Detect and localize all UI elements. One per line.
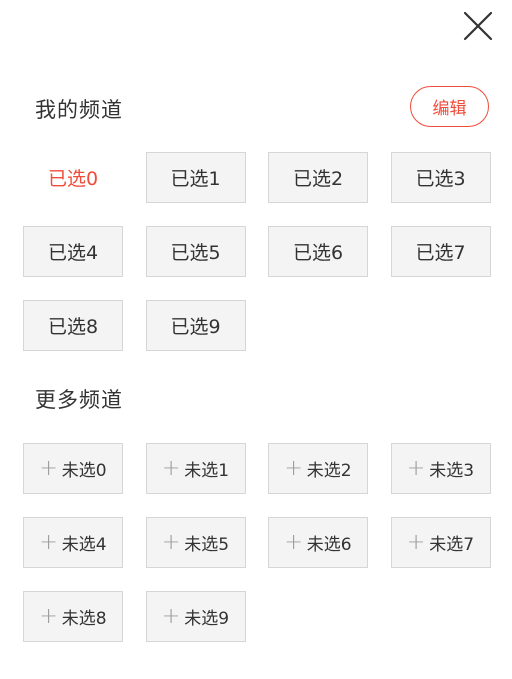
more-channel-chip[interactable]: + 未选4	[23, 517, 123, 568]
plus-icon: +	[284, 455, 303, 481]
my-channel-chip[interactable]: 已选6	[268, 226, 368, 277]
my-channels-grid: 已选0 已选1 已选2 已选3 已选4 已选5 已选6 已选7 已选8 已选9	[23, 152, 491, 351]
more-channel-label: 未选6	[306, 535, 352, 555]
more-channel-chip[interactable]: + 未选2	[268, 443, 368, 494]
plus-icon: +	[39, 603, 58, 629]
more-channel-label: 未选7	[429, 535, 475, 555]
more-channel-chip[interactable]: + 未选8	[23, 591, 123, 642]
more-channels-title: 更多频道	[35, 388, 123, 412]
more-channel-chip[interactable]: + 未选0	[23, 443, 123, 494]
plus-icon: +	[161, 529, 181, 555]
my-channel-chip[interactable]: 已选2	[268, 152, 368, 203]
more-channel-label: 未选2	[306, 461, 352, 481]
my-channel-chip[interactable]: 已选1	[145, 152, 246, 203]
plus-icon: +	[39, 455, 58, 481]
more-channel-label: 未选9	[184, 609, 230, 629]
plus-icon: +	[161, 603, 181, 629]
my-channels-title: 我的频道	[35, 98, 123, 122]
plus-icon: +	[406, 455, 426, 481]
plus-icon: +	[284, 529, 303, 555]
edit-button[interactable]: 编辑	[410, 86, 489, 127]
channel-manager-page: 我的频道 编辑 已选0 已选1 已选2 已选3 已选4 已选5 已选6 已选7 …	[0, 0, 512, 679]
more-channels-grid: + 未选0 + 未选1 + 未选2 + 未选3 + 未选4 + 未选5 + 未选6 + 未选7 …	[23, 443, 491, 642]
close-icon	[463, 11, 493, 41]
more-channel-label: 未选4	[61, 535, 107, 555]
plus-icon: +	[406, 529, 426, 555]
more-channel-label: 未选8	[61, 609, 107, 629]
my-channel-chip[interactable]: 已选3	[390, 152, 491, 203]
my-channel-chip[interactable]: 已选9	[145, 300, 246, 351]
more-channel-chip[interactable]: + 未选5	[145, 517, 246, 568]
more-channel-chip[interactable]: + 未选6	[268, 517, 368, 568]
plus-icon: +	[39, 529, 58, 555]
more-channel-chip[interactable]: + 未选9	[145, 591, 246, 642]
plus-icon: +	[161, 455, 181, 481]
my-channel-chip[interactable]: 已选0	[23, 152, 123, 203]
my-channel-chip[interactable]: 已选4	[23, 226, 123, 277]
more-channel-label: 未选0	[61, 461, 107, 481]
more-channel-label: 未选3	[429, 461, 475, 481]
more-channel-label: 未选5	[184, 535, 230, 555]
close-button[interactable]	[460, 8, 496, 44]
my-channel-chip[interactable]: 已选8	[23, 300, 123, 351]
my-channel-chip[interactable]: 已选5	[145, 226, 246, 277]
more-channel-chip[interactable]: + 未选1	[145, 443, 246, 494]
more-channel-chip[interactable]: + 未选7	[390, 517, 491, 568]
more-channel-chip[interactable]: + 未选3	[390, 443, 491, 494]
my-channel-chip[interactable]: 已选7	[390, 226, 491, 277]
more-channel-label: 未选1	[184, 461, 230, 481]
